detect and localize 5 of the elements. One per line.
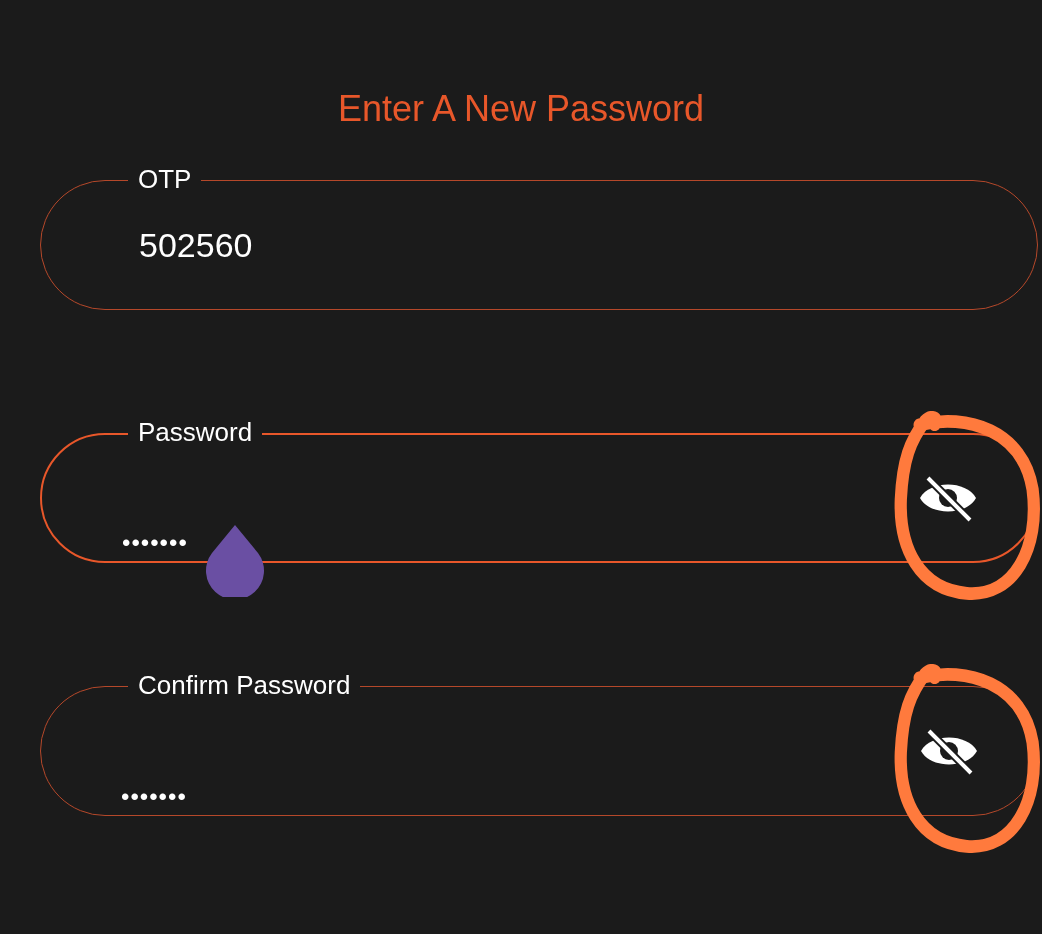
field-value: •••••••	[122, 529, 188, 557]
cursor-handle-icon[interactable]	[204, 523, 266, 597]
page-title: Enter A New Password	[337, 87, 705, 130]
field-value: 502560	[139, 225, 253, 265]
field-value: •••••••	[121, 783, 187, 811]
